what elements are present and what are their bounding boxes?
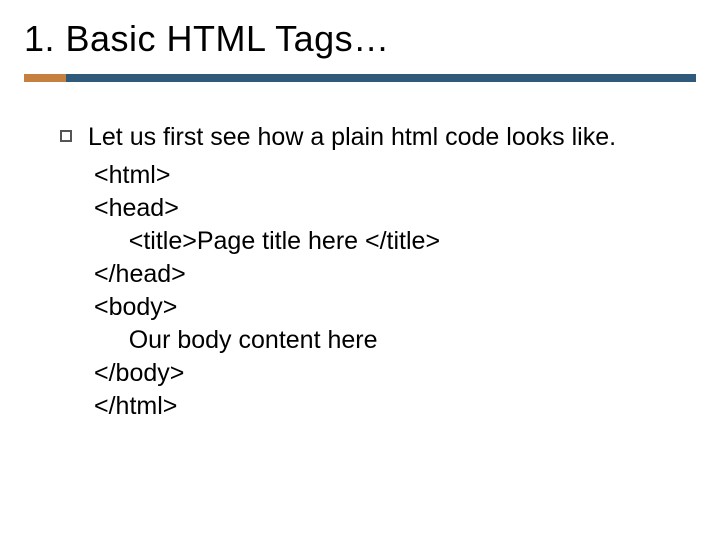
code-line: </head> bbox=[94, 260, 186, 288]
code-line: <head> bbox=[94, 194, 179, 222]
slide: 1. Basic HTML Tags… Let us first see how… bbox=[0, 0, 720, 540]
slide-content: Let us first see how a plain html code l… bbox=[24, 122, 696, 423]
code-line: <html> bbox=[94, 161, 170, 189]
code-block: <html> <head> <title>Page title here </t… bbox=[94, 159, 696, 423]
code-line: <body> bbox=[94, 293, 177, 321]
slide-title: 1. Basic HTML Tags… bbox=[24, 18, 696, 60]
code-line: </body> bbox=[94, 359, 184, 387]
lead-text: Let us first see how a plain html code l… bbox=[88, 122, 616, 153]
code-line: Our body content here bbox=[94, 326, 378, 354]
square-bullet-icon bbox=[60, 130, 72, 142]
code-line: </html> bbox=[94, 392, 177, 420]
title-divider bbox=[24, 74, 696, 82]
code-line: <title>Page title here </title> bbox=[94, 227, 440, 255]
bullet-item: Let us first see how a plain html code l… bbox=[60, 122, 696, 153]
